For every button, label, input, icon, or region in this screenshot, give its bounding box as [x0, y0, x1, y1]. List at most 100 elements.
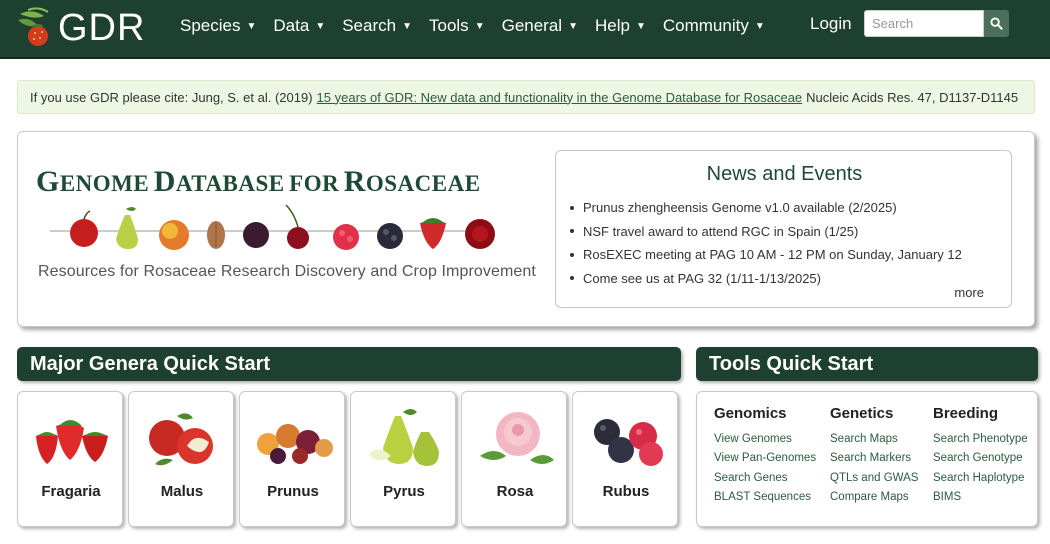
pink-rose-icon: [480, 412, 554, 464]
pears-icon: [369, 409, 439, 466]
tool-column-heading: Genomics: [714, 405, 787, 422]
tool-link[interactable]: BIMS: [933, 491, 1028, 510]
login-link[interactable]: Login: [810, 14, 852, 34]
caret-down-icon: ▼: [635, 20, 646, 32]
genus-label: Rosa: [496, 483, 534, 500]
news-list: Prunus zhengheensis Genome v1.0 availabl…: [570, 196, 962, 290]
search-input[interactable]: Search: [864, 10, 984, 37]
news-item[interactable]: NSF travel award to attend RGC in Spain …: [570, 220, 962, 244]
news-events-panel: News and Events Prunus zhengheensis Geno…: [555, 150, 1012, 308]
tool-link[interactable]: Search Phenotype: [933, 433, 1028, 452]
news-more-link[interactable]: more: [954, 285, 984, 300]
title-rest: FOR: [289, 171, 340, 196]
genus-card-rosa[interactable]: Rosa: [461, 391, 567, 527]
berries-icon: [594, 419, 663, 466]
title-initial: R: [343, 165, 366, 198]
title-rest: OSACEAE: [365, 171, 481, 196]
tool-column-heading: Genetics: [830, 405, 894, 422]
title-rest: ATABASE: [175, 171, 285, 196]
tool-column-genetics: Genetics Search Maps Search Markers QTLs…: [830, 405, 918, 510]
tool-column-heading: Breeding: [933, 405, 999, 422]
news-item-text: RosEXEC meeting at PAG 10 AM - 12 PM on …: [583, 247, 962, 263]
genus-label: Rubus: [602, 483, 650, 500]
title-rest: ENOME: [59, 171, 150, 196]
plum-icon: [243, 222, 269, 248]
caret-down-icon: ▼: [568, 20, 578, 32]
citation-suffix: Nucleic Acids Res. 47, D1137-D1145: [806, 89, 1019, 105]
almond-icon: [207, 221, 225, 249]
nav-label: Search: [342, 16, 397, 35]
tool-link[interactable]: QTLs and GWAS: [830, 472, 918, 491]
genus-card-fragaria[interactable]: Fragaria: [17, 391, 123, 527]
citation-banner: If you use GDR please cite: Jung, S. et …: [17, 80, 1035, 114]
cherry-icon: [285, 204, 309, 249]
caret-down-icon: ▼: [754, 20, 765, 32]
tool-link[interactable]: Search Genotype: [933, 452, 1028, 471]
nav-label: Species: [180, 16, 241, 35]
search-icon: [990, 17, 1003, 30]
fruit-row-illustration: [50, 204, 495, 250]
news-title: News and Events: [706, 163, 863, 185]
nav-tools[interactable]: Tools ▼: [429, 16, 485, 36]
tools-section-header: Tools Quick Start: [696, 347, 1038, 381]
strawberries-icon: [36, 420, 108, 464]
tool-column-breeding: Breeding Search Phenotype Search Genotyp…: [933, 405, 1028, 510]
nav-label: Tools: [429, 16, 469, 35]
peach-icon: [159, 220, 189, 250]
nav-species[interactable]: Species ▼: [180, 16, 256, 36]
search-button[interactable]: [984, 10, 1009, 37]
tool-link[interactable]: Search Haplotype: [933, 472, 1028, 491]
site-banner-title: GENOME DATABASE FOR ROSACEAE: [36, 165, 481, 199]
genus-card-malus[interactable]: Malus: [128, 391, 234, 527]
gdr-logo[interactable]: GDR: [14, 4, 145, 52]
logo-text: GDR: [58, 6, 146, 49]
news-item[interactable]: Prunus zhengheensis Genome v1.0 availabl…: [570, 196, 962, 220]
genus-card-prunus[interactable]: Prunus: [239, 391, 345, 527]
genus-card-rubus[interactable]: Rubus: [572, 391, 678, 527]
nav-general[interactable]: General ▼: [502, 16, 578, 36]
caret-down-icon: ▼: [246, 20, 257, 32]
news-item-text: Come see us at PAG 32 (1/11-1/13/2025): [583, 270, 821, 286]
nav-label: Data: [273, 16, 310, 35]
strawberry-leaf-logo-icon: [18, 7, 49, 46]
tool-link[interactable]: Compare Maps: [830, 491, 918, 510]
bullet-icon: [570, 252, 574, 257]
nav-search[interactable]: Search ▼: [342, 16, 412, 36]
news-item-text: NSF travel award to attend RGC in Spain …: [583, 223, 859, 239]
stone-fruits-icon: [257, 424, 333, 464]
caret-down-icon: ▼: [474, 20, 485, 32]
rose-icon: [465, 219, 495, 249]
strawberry-icon: [420, 218, 446, 249]
apple-icon: [70, 210, 98, 247]
tool-link[interactable]: Search Maps: [830, 433, 918, 452]
hero-tagline: Resources for Rosaceae Research Discover…: [38, 263, 536, 280]
caret-down-icon: ▼: [402, 20, 412, 32]
tool-link[interactable]: View Pan-Genomes: [714, 452, 816, 471]
citation-prefix: If you use GDR please cite: Jung, S. et …: [30, 89, 313, 105]
genus-card-pyrus[interactable]: Pyrus: [350, 391, 456, 527]
bullet-icon: [570, 276, 574, 281]
raspberry-icon: [333, 224, 359, 250]
news-item[interactable]: RosEXEC meeting at PAG 10 AM - 12 PM on …: [570, 243, 962, 267]
tool-link[interactable]: BLAST Sequences: [714, 491, 816, 510]
bullet-icon: [570, 229, 574, 234]
title-initial: G: [36, 165, 60, 198]
citation-link[interactable]: 15 years of GDR: New data and functional…: [317, 90, 803, 105]
news-item[interactable]: Come see us at PAG 32 (1/11-1/13/2025): [570, 267, 962, 291]
nav-label: Community: [662, 16, 749, 35]
nav-help[interactable]: Help ▼: [595, 16, 646, 36]
nav-label: General: [501, 16, 563, 35]
genus-label: Fragaria: [41, 483, 101, 500]
blackberry-icon: [377, 223, 403, 249]
genus-label: Malus: [160, 483, 204, 500]
bullet-icon: [570, 205, 574, 210]
tool-link[interactable]: Search Markers: [830, 452, 918, 471]
main-menu: Species ▼ Data ▼ Search ▼ Tools ▼ General ▼ H…: [180, 0, 782, 52]
genus-label: Prunus: [267, 483, 319, 500]
nav-community[interactable]: Community ▼: [663, 16, 765, 36]
tool-link[interactable]: Search Genes: [714, 472, 816, 491]
nav-data[interactable]: Data ▼: [273, 16, 325, 36]
top-navbar: GDR Species ▼ Data ▼ Search ▼ Tools ▼ Genera…: [0, 0, 1050, 59]
tool-link[interactable]: View Genomes: [714, 433, 816, 452]
apples-icon: [149, 413, 213, 466]
